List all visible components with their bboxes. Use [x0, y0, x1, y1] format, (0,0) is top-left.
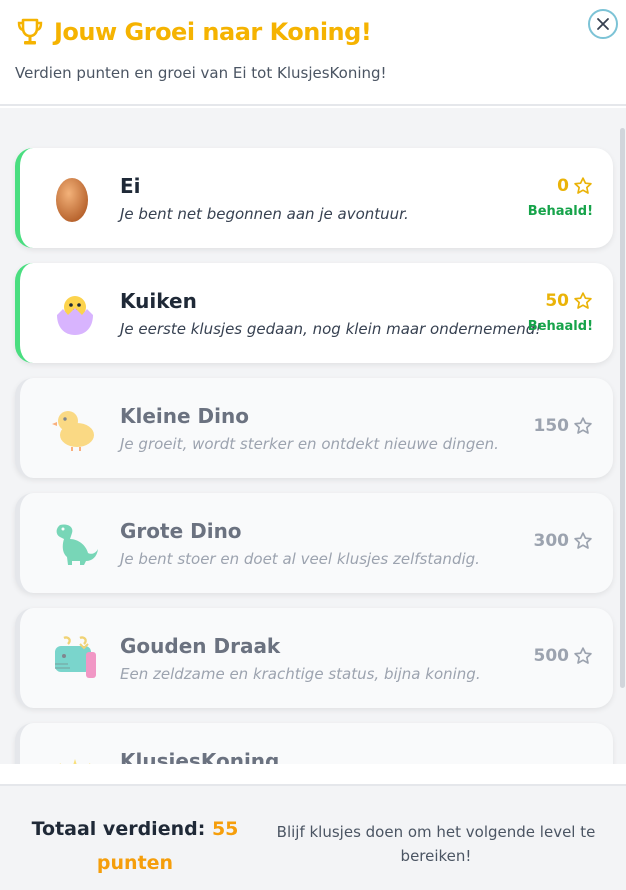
dinosaur-icon	[56, 524, 98, 565]
level-name: KlusjesKoning	[120, 749, 280, 764]
level-card-gouden-draak: Gouden Draak Een zeldzame en krachtige s…	[15, 608, 613, 708]
level-name: Grote Dino	[120, 519, 242, 543]
title-row: Jouw Groei naar Koning!	[16, 17, 372, 47]
level-card-grote-dino: Grote Dino Je bent stoer en doet al veel…	[15, 493, 613, 593]
level-points: 150	[534, 416, 594, 436]
points-value: 300	[533, 531, 570, 551]
level-description: Je groeit, wordt sterker en ontdekt nieu…	[120, 435, 499, 453]
total-unit: punten	[96, 852, 174, 874]
level-description: Je bent net begonnen aan je avontuur.	[120, 205, 409, 223]
points-value: 150	[533, 416, 570, 436]
dragon-icon	[55, 636, 96, 678]
level-card-ei: Ei Je bent net begonnen aan je avontuur.…	[15, 148, 613, 248]
points-value: 500	[533, 646, 570, 666]
level-card-klusjeskoning: KlusjesKoning	[15, 723, 613, 764]
star-icon	[574, 177, 592, 194]
egg-icon	[56, 178, 88, 222]
level-card-kuiken: Kuiken Je eerste klusjes gedaan, nog kle…	[15, 263, 613, 363]
next-level-hint: Blijf klusjes doen om het volgende level…	[276, 823, 596, 865]
points-value: 0	[557, 176, 569, 196]
total-earned: Totaal verdiend: 55 punten	[30, 812, 240, 880]
hatching-chick-icon	[57, 296, 93, 335]
list-scrollbar[interactable]	[620, 128, 625, 688]
trophy-icon	[17, 18, 43, 45]
baby-chick-icon	[52, 411, 94, 451]
close-button[interactable]	[588, 9, 618, 39]
level-status: Behaald!	[527, 319, 593, 334]
page-subtitle: Verdien punten en groei van Ei tot Klusj…	[15, 64, 387, 82]
total-label: Totaal verdiend:	[31, 818, 206, 840]
star-icon	[574, 292, 592, 309]
level-card-kleine-dino: Kleine Dino Je groeit, wordt sterker en …	[15, 378, 613, 478]
levels-list[interactable]: Ei Je bent net begonnen aan je avontuur.…	[0, 108, 626, 764]
modal-footer: Totaal verdiend: 55 punten Blijf klusjes…	[0, 784, 626, 890]
level-status: Behaald!	[527, 204, 593, 219]
level-points: 300	[534, 531, 594, 551]
level-points: 50	[545, 291, 593, 311]
level-points: 0	[557, 176, 593, 196]
level-description: Een zeldzame en krachtige status, bijna …	[120, 665, 481, 683]
crown-icon	[59, 759, 91, 764]
level-name: Gouden Draak	[120, 634, 281, 658]
modal-header: Jouw Groei naar Koning! Verdien punten e…	[0, 0, 626, 106]
level-name: Kuiken	[120, 289, 197, 313]
level-name: Ei	[120, 174, 141, 198]
level-description: Je eerste klusjes gedaan, nog klein maar…	[120, 320, 542, 338]
close-icon	[597, 18, 609, 30]
level-description: Je bent stoer en doet al veel klusjes ze…	[120, 550, 480, 568]
level-points: 500	[534, 646, 594, 666]
total-value: 55	[211, 818, 239, 840]
star-icon	[574, 647, 592, 664]
points-value: 50	[545, 291, 569, 311]
page-title: Jouw Groei naar Koning!	[54, 18, 372, 46]
star-icon	[574, 532, 592, 549]
star-icon	[574, 417, 592, 434]
level-name: Kleine Dino	[120, 404, 249, 428]
